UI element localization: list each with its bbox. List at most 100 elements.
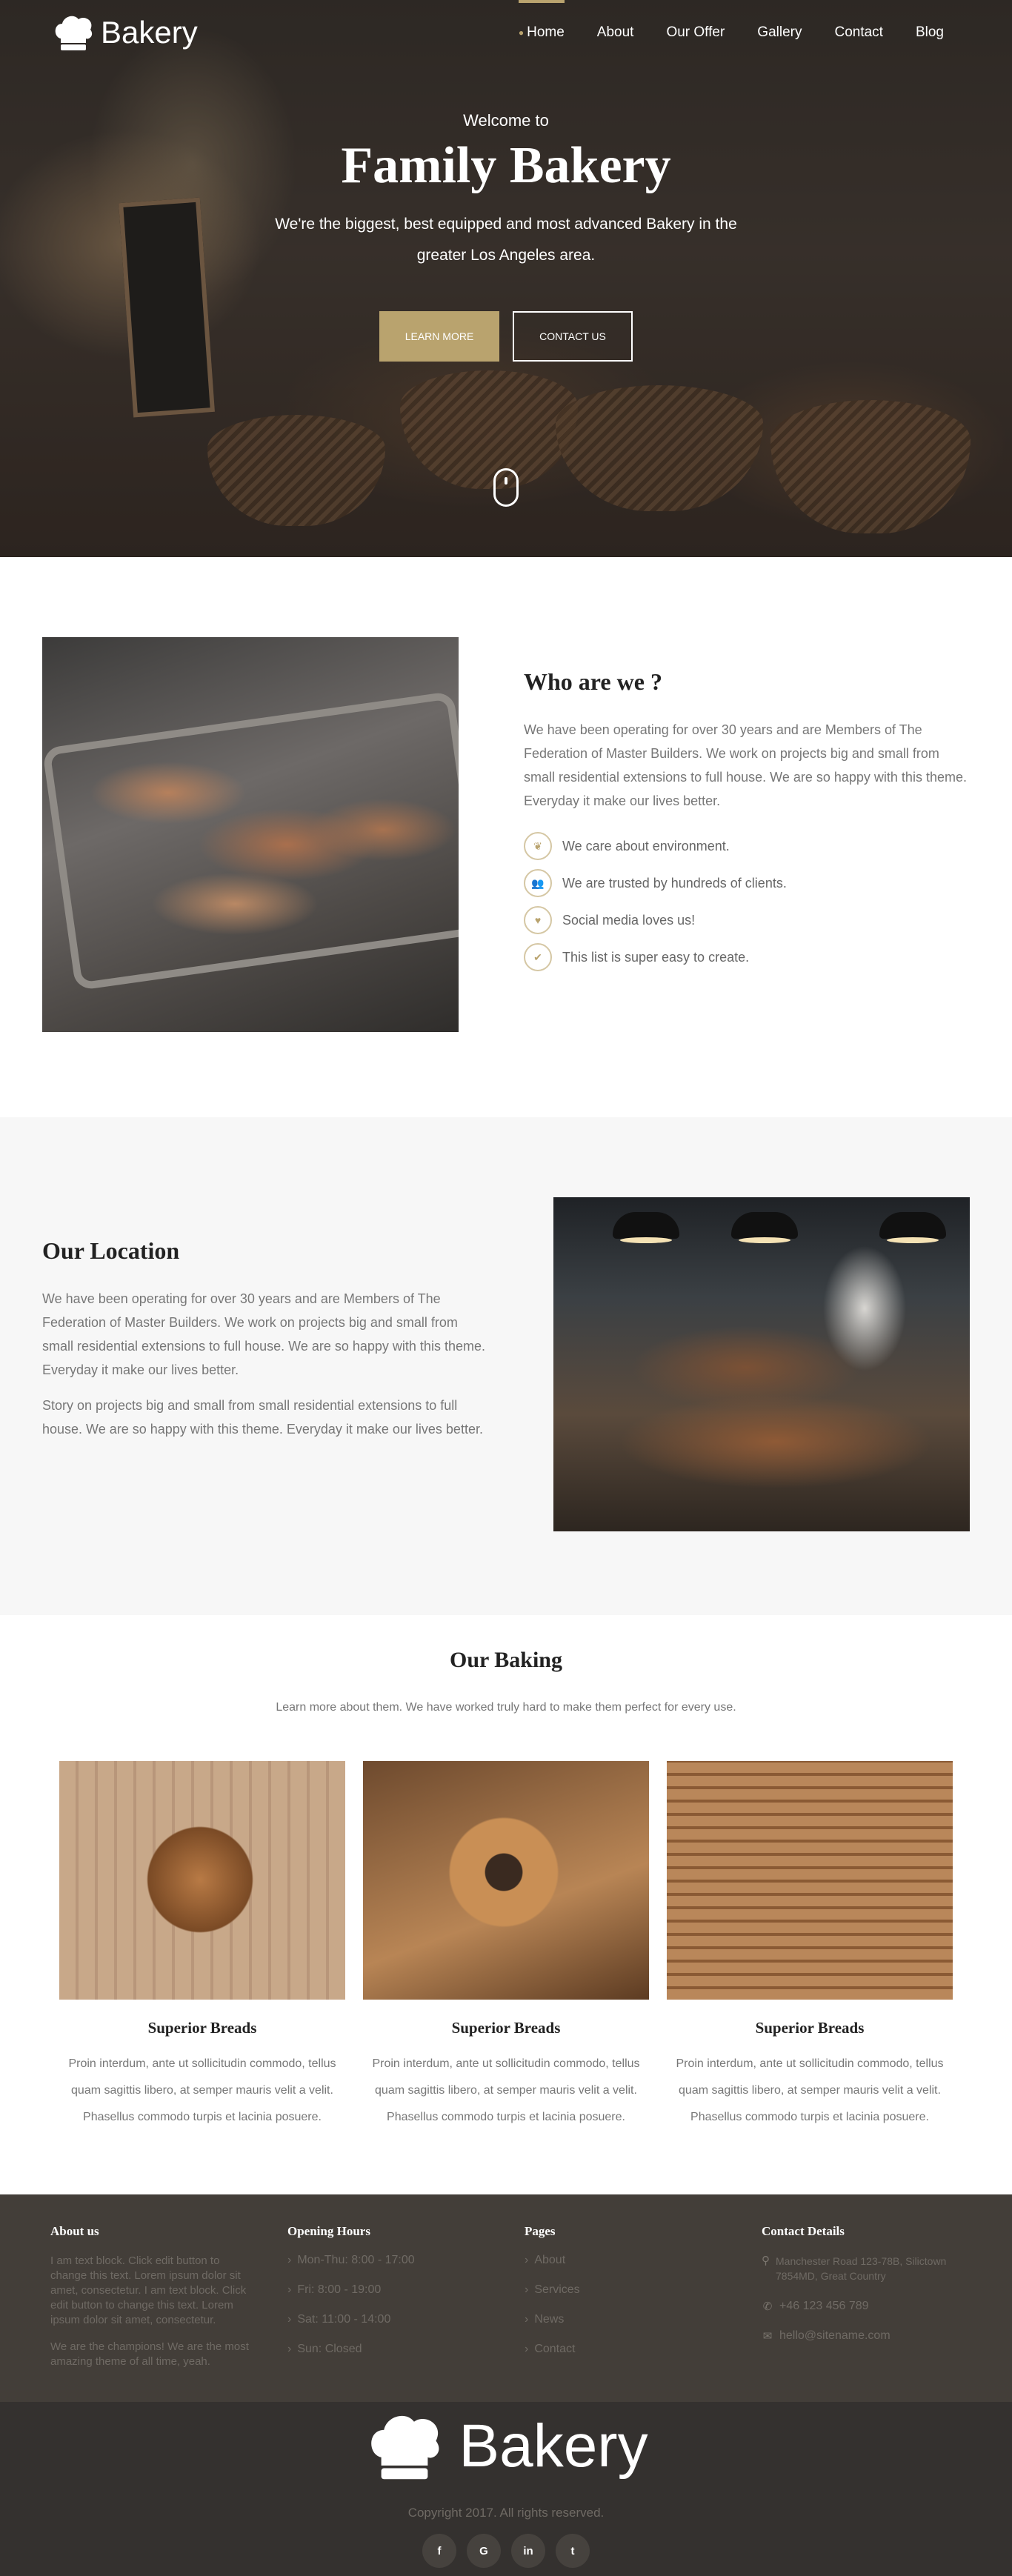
footer-hours: Opening Hours › Mon-Thu: 8:00 - 17:00 › Fr…	[287, 2224, 495, 2372]
map-pin-icon: ⚲	[762, 2254, 770, 2267]
bread-tray-image	[42, 637, 459, 1032]
twitter-icon[interactable]: t	[556, 2534, 590, 2568]
contact-address: ⚲ Manchester Road 123-78B, Silictown 7854…	[762, 2254, 969, 2283]
card-title: Superior Breads	[755, 2019, 865, 2037]
hero-buttons: LEARN MORE CONTACT US	[0, 311, 1012, 362]
nav-home[interactable]: ● Home	[502, 0, 581, 65]
contact-us-button[interactable]: CONTACT US	[513, 311, 633, 362]
chevron-right-icon: ›	[287, 2343, 292, 2355]
feature-label: Social media loves us!	[562, 912, 696, 928]
check-icon: ✔	[524, 943, 552, 971]
feature-label: We care about environment.	[562, 838, 730, 853]
feature-item: ♥ Social media loves us!	[524, 906, 968, 934]
location-content: Our Location We have been operating for …	[42, 1237, 487, 1441]
footer-pages-title: Pages	[525, 2224, 556, 2238]
hours-text: Mon-Thu: 8:00 - 17:00	[297, 2254, 415, 2266]
card-text: Proin interdum, ante ut sollicitudin com…	[372, 2057, 640, 2123]
feature-item: 👥 We are trusted by hundreds of clients.	[524, 869, 968, 897]
nav-blog[interactable]: Blog	[899, 0, 960, 65]
footer-link-news[interactable]: › News	[525, 2313, 732, 2326]
nav-contact[interactable]: Contact	[818, 0, 899, 65]
hero-content: Welcome to Family Bakery We're the bigge…	[0, 111, 1012, 362]
hours-text: Fri: 8:00 - 19:00	[297, 2283, 382, 2296]
hero-welcome: Welcome to	[463, 111, 549, 130]
nav-about[interactable]: About	[581, 0, 650, 65]
chevron-right-icon: ›	[287, 2254, 292, 2266]
main-menu: ● Home About Our Offer Gallery Contact Bl…	[502, 0, 960, 65]
copyright-text: Copyright 2017. All rights reserved.	[407, 2506, 605, 2520]
bread-image	[59, 1761, 345, 2000]
hours-text: Sun: Closed	[297, 2343, 362, 2355]
hours-text: Sat: 11:00 - 14:00	[297, 2313, 391, 2326]
product-card[interactable]: Superior Breads Proin interdum, ante ut …	[363, 1761, 649, 2131]
nav-home-label: Home	[527, 24, 565, 40]
chef-hat-icon	[371, 2415, 439, 2480]
basket-decor	[207, 415, 385, 526]
footer-link-services[interactable]: › Services	[525, 2283, 732, 2297]
feature-label: We are trusted by hundreds of clients.	[562, 875, 787, 891]
baking-title: Our Baking	[449, 1648, 562, 1672]
learn-more-button[interactable]: LEARN MORE	[379, 311, 499, 362]
contact-email[interactable]: ✉ hello@sitename.com	[762, 2329, 969, 2343]
about-title: Who are we ?	[524, 668, 662, 695]
card-title: Superior Breads	[147, 2019, 257, 2037]
google-icon[interactable]: G	[467, 2534, 501, 2568]
basket-decor	[400, 370, 578, 489]
location-section: Our Location We have been operating for …	[0, 1117, 1012, 1615]
chevron-right-icon: ›	[525, 2254, 529, 2266]
nav-gallery[interactable]: Gallery	[741, 0, 818, 65]
address-text: Manchester Road 123-78B, Silictown 7854M…	[776, 2255, 947, 2282]
phone-icon: ✆	[762, 2300, 773, 2313]
footer-hours-title: Opening Hours	[287, 2224, 370, 2238]
bakery-counter-image	[553, 1197, 970, 1531]
card-text: Proin interdum, ante ut sollicitudin com…	[676, 2057, 944, 2123]
phone-text: +46 123 456 789	[779, 2300, 869, 2312]
feature-item: ❦ We care about environment.	[524, 832, 968, 860]
basket-decor	[770, 400, 971, 533]
contact-phone[interactable]: ✆ +46 123 456 789	[762, 2300, 969, 2313]
scroll-down-mouse-icon[interactable]	[493, 468, 519, 507]
hours-item: › Fri: 8:00 - 19:00	[287, 2283, 495, 2297]
facebook-icon[interactable]: f	[422, 2534, 456, 2568]
footer-logo[interactable]: Bakery	[0, 2411, 1012, 2482]
hours-item: › Sat: 11:00 - 14:00	[287, 2313, 495, 2326]
product-card[interactable]: Superior Breads Proin interdum, ante ut …	[667, 1761, 953, 2131]
lamp-decor	[879, 1212, 946, 1243]
footer-link-contact[interactable]: › Contact	[525, 2343, 732, 2356]
chevron-right-icon: ›	[287, 2313, 292, 2326]
donut-image	[363, 1761, 649, 2000]
footer-about-text: I am text block. Click edit button to ch…	[50, 2254, 247, 2326]
chevron-right-icon: ›	[525, 2283, 529, 2296]
linkedin-icon[interactable]: in	[511, 2534, 545, 2568]
tray-decor	[42, 690, 459, 991]
footer-about-text-2: We are the champions! We are the most am…	[50, 2340, 249, 2368]
footer-link-label: News	[534, 2313, 565, 2326]
footer-link-label: About	[534, 2254, 566, 2266]
chevron-right-icon: ›	[287, 2283, 292, 2296]
product-card[interactable]: Superior Breads Proin interdum, ante ut …	[59, 1761, 345, 2131]
chevron-right-icon: ›	[525, 2343, 529, 2355]
location-text-2: Story on projects big and small from sma…	[42, 1398, 483, 1437]
users-icon: 👥	[524, 869, 552, 897]
about-section: Who are we ? We have been operating for …	[0, 557, 1012, 1117]
feature-list: ❦ We care about environment. 👥 We are tr…	[524, 832, 968, 971]
email-text: hello@sitename.com	[779, 2329, 891, 2342]
footer-link-label: Contact	[534, 2343, 576, 2355]
footer-about-title: About us	[50, 2224, 99, 2238]
footer-link-about[interactable]: › About	[525, 2254, 732, 2267]
footer-pages: Pages › About › Services › News › Contact	[525, 2224, 732, 2372]
basket-decor	[556, 385, 763, 511]
navbar: Bakery ● Home About Our Offer Gallery Con…	[0, 0, 1012, 65]
social-links: f G in t	[0, 2534, 1012, 2568]
leaf-icon: ❦	[524, 832, 552, 860]
chevron-right-icon: ›	[525, 2313, 529, 2326]
lamp-decor	[613, 1212, 679, 1243]
envelope-icon: ✉	[762, 2330, 773, 2343]
nav-our-offer[interactable]: Our Offer	[650, 0, 741, 65]
cookies-image	[667, 1761, 953, 2000]
card-text: Proin interdum, ante ut sollicitudin com…	[68, 2057, 336, 2123]
footer: About us I am text block. Click edit but…	[0, 2194, 1012, 2576]
footer-link-label: Services	[534, 2283, 580, 2296]
feature-label: This list is super easy to create.	[562, 949, 750, 965]
brand-logo[interactable]: Bakery	[52, 13, 198, 52]
